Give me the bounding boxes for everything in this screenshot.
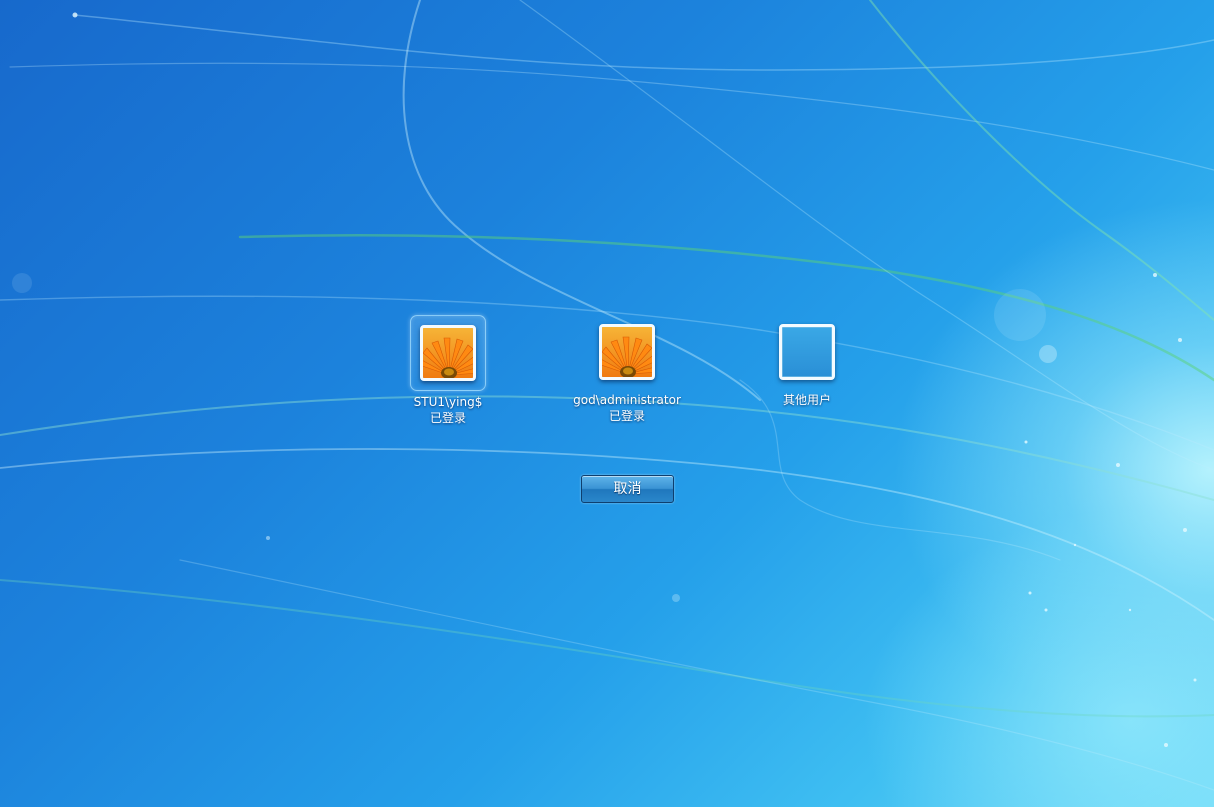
login-screen: STU1\ying$ 已登录 god\administrator 已登录 其他用… <box>0 0 1214 807</box>
user-tile-stu1-ying[interactable]: STU1\ying$ 已登录 <box>378 315 518 426</box>
cancel-button[interactable]: 取消 <box>581 475 674 503</box>
blank-avatar-icon <box>779 324 835 380</box>
orange-flower-avatar-icon <box>420 325 476 381</box>
user-tile-god-administrator[interactable]: god\administrator 已登录 <box>557 315 697 424</box>
user-name: 其他用户 <box>782 393 831 407</box>
user-name: god\administrator <box>573 393 681 407</box>
user-status: 已登录 <box>429 411 466 425</box>
orange-flower-avatar-icon <box>599 324 655 380</box>
user-name: STU1\ying$ <box>413 395 483 409</box>
user-tile-other-user[interactable]: 其他用户 <box>737 315 877 408</box>
user-status: 已登录 <box>608 409 645 423</box>
user-tile-frame <box>770 315 844 389</box>
user-tile-frame <box>410 315 486 391</box>
user-tile-frame <box>590 315 664 389</box>
